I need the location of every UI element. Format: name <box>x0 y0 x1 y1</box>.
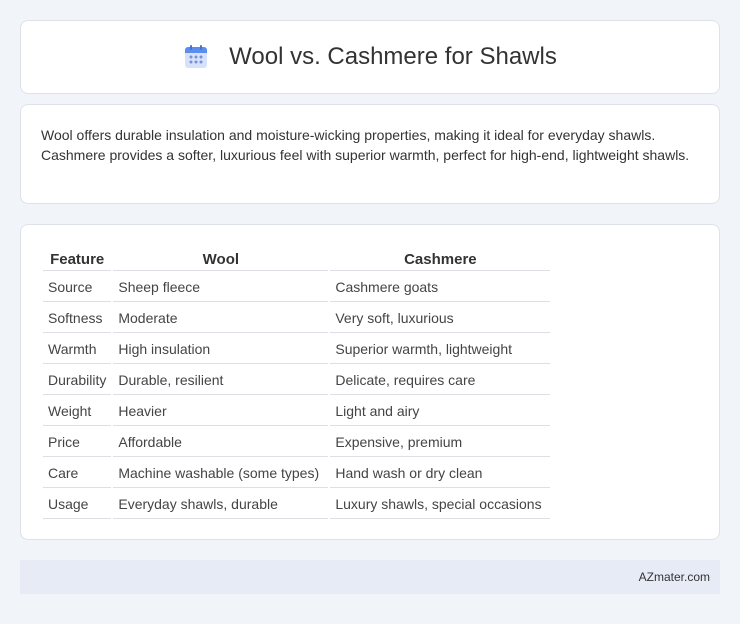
table-row: Care Machine washable (some types) Hand … <box>43 459 551 488</box>
table-row: Source Sheep fleece Cashmere goats <box>43 273 551 302</box>
table-row: Usage Everyday shawls, durable Luxury sh… <box>43 490 551 519</box>
cell-wool: High insulation <box>113 335 329 364</box>
page-title: Wool vs. Cashmere for Shawls <box>229 43 557 70</box>
cell-feature: Usage <box>43 490 112 519</box>
table-row: Warmth High insulation Superior warmth, … <box>43 335 551 364</box>
cell-wool: Sheep fleece <box>113 273 329 302</box>
table-header-row: Feature Wool Cashmere <box>43 247 551 271</box>
cell-cashmere: Superior warmth, lightweight <box>330 335 551 364</box>
cell-wool: Affordable <box>113 428 329 457</box>
table-row: Weight Heavier Light and airy <box>43 397 551 426</box>
cell-cashmere: Delicate, requires care <box>330 366 551 395</box>
comparison-table-card: Feature Wool Cashmere Source Sheep fleec… <box>20 224 720 540</box>
cell-cashmere: Cashmere goats <box>330 273 551 302</box>
cell-feature: Softness <box>43 304 112 333</box>
cell-feature: Weight <box>43 397 112 426</box>
cell-cashmere: Light and airy <box>330 397 551 426</box>
cell-wool: Heavier <box>113 397 329 426</box>
header-card: Wool vs. Cashmere for Shawls <box>20 20 720 94</box>
cell-cashmere: Expensive, premium <box>330 428 551 457</box>
comparison-table: Feature Wool Cashmere Source Sheep fleec… <box>41 245 552 521</box>
cell-feature: Warmth <box>43 335 112 364</box>
summary-card: Wool offers durable insulation and moist… <box>20 104 720 204</box>
cell-wool: Durable, resilient <box>113 366 329 395</box>
header-wool: Wool <box>113 247 329 271</box>
table-row: Softness Moderate Very soft, luxurious <box>43 304 551 333</box>
table-row: Price Affordable Expensive, premium <box>43 428 551 457</box>
footer-bar: AZmater.com <box>20 560 720 594</box>
footer-brand: AZmater.com <box>638 570 710 584</box>
cell-feature: Care <box>43 459 112 488</box>
cell-feature: Durability <box>43 366 112 395</box>
title-wrap: Wool vs. Cashmere for Shawls <box>183 43 557 71</box>
cell-wool: Moderate <box>113 304 329 333</box>
header-feature: Feature <box>43 247 112 271</box>
cell-cashmere: Very soft, luxurious <box>330 304 551 333</box>
summary-text: Wool offers durable insulation and moist… <box>41 127 690 163</box>
cell-wool: Machine washable (some types) <box>113 459 329 488</box>
table-row: Durability Durable, resilient Delicate, … <box>43 366 551 395</box>
cell-cashmere: Hand wash or dry clean <box>330 459 551 488</box>
header-cashmere: Cashmere <box>330 247 551 271</box>
cell-feature: Price <box>43 428 112 457</box>
cell-feature: Source <box>43 273 112 302</box>
cell-cashmere: Luxury shawls, special occasions <box>330 490 551 519</box>
calendar-icon <box>183 44 209 70</box>
cell-wool: Everyday shawls, durable <box>113 490 329 519</box>
